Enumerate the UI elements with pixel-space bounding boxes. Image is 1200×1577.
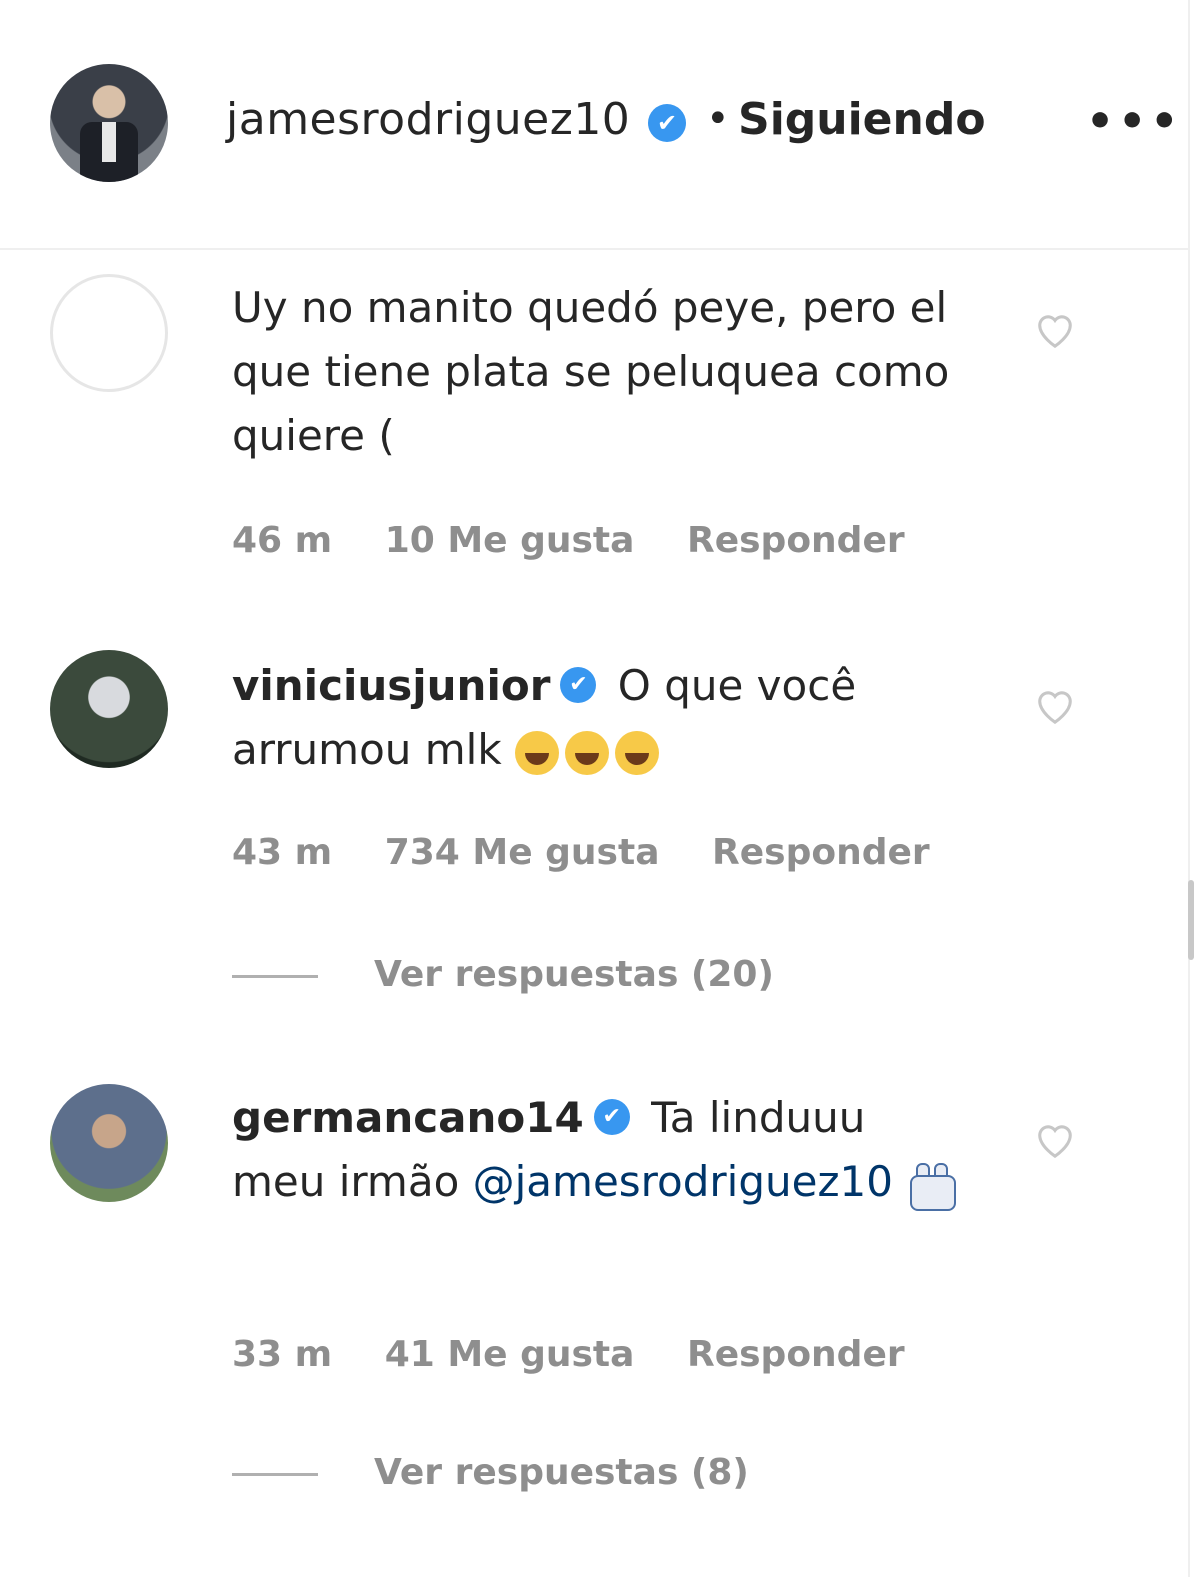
view-replies-button[interactable]: Ver respuestas (8) — [232, 1452, 749, 1493]
mention-link[interactable]: @jamesrodriguez10 — [473, 1157, 893, 1206]
verified-badge-icon: ✔ — [593, 1098, 630, 1135]
heart-icon[interactable] — [1032, 1118, 1078, 1160]
reply-button[interactable]: Responder — [712, 832, 930, 873]
bunny-emoji-icon — [906, 1162, 957, 1211]
reply-button[interactable]: Responder — [687, 1334, 905, 1375]
comment-body: Uy no manito quedó peye, pero el que tie… — [232, 283, 950, 460]
comment-likes[interactable]: 734 Me gusta — [385, 832, 660, 873]
separator-dot: • — [706, 96, 730, 142]
comment-text: germancano14 ✔ Ta linduuu meu irmão @jame… — [232, 1086, 972, 1214]
laughing-emoji-icon — [515, 725, 665, 775]
post-header: jamesrodriguez10 ✔ • Siguiendo ••• — [0, 0, 1188, 250]
comment-meta: 43 m 734 Me gusta Responder — [232, 832, 970, 873]
post-author-username[interactable]: jamesrodriguez10 — [226, 94, 630, 145]
verified-badge-icon: ✔ — [560, 666, 597, 703]
more-options-icon[interactable]: ••• — [1086, 96, 1182, 147]
view-replies-button[interactable]: Ver respuestas (20) — [232, 954, 774, 995]
avatar[interactable] — [50, 650, 168, 768]
comment-text: viniciusjunior ✔ O que você arrumou mlk — [232, 654, 972, 782]
view-replies-label[interactable]: Ver respuestas (20) — [374, 954, 774, 995]
comment-username[interactable]: viniciusjunior — [232, 661, 550, 710]
comment-meta: 33 m 41 Me gusta Responder — [232, 1334, 945, 1375]
comment-time: 33 m — [232, 1334, 333, 1375]
replies-divider — [232, 1472, 318, 1476]
comment-likes[interactable]: 41 Me gusta — [385, 1334, 635, 1375]
comment-time: 43 m — [232, 832, 333, 873]
reply-button[interactable]: Responder — [687, 520, 905, 561]
comment-text: Uy no manito quedó peye, pero el que tie… — [232, 276, 972, 468]
comment-username[interactable]: germancano14 — [232, 1093, 584, 1142]
avatar-shirt — [102, 122, 116, 162]
view-replies-label[interactable]: Ver respuestas (8) — [374, 1452, 749, 1493]
scrollbar[interactable] — [1188, 880, 1194, 960]
comments-panel: jamesrodriguez10 ✔ • Siguiendo ••• Uy no… — [0, 0, 1190, 1577]
replies-divider — [232, 974, 318, 978]
heart-icon[interactable] — [1032, 684, 1078, 726]
heart-icon[interactable] — [1032, 308, 1078, 350]
comment-time: 46 m — [232, 520, 333, 561]
avatar[interactable] — [50, 64, 168, 182]
following-button[interactable]: Siguiendo — [738, 94, 986, 145]
verified-badge-icon: ✔ — [648, 104, 686, 142]
comment-likes[interactable]: 10 Me gusta — [385, 520, 635, 561]
avatar[interactable] — [50, 274, 168, 392]
avatar[interactable] — [50, 1084, 168, 1202]
comment-meta: 46 m 10 Me gusta Responder — [232, 520, 945, 561]
